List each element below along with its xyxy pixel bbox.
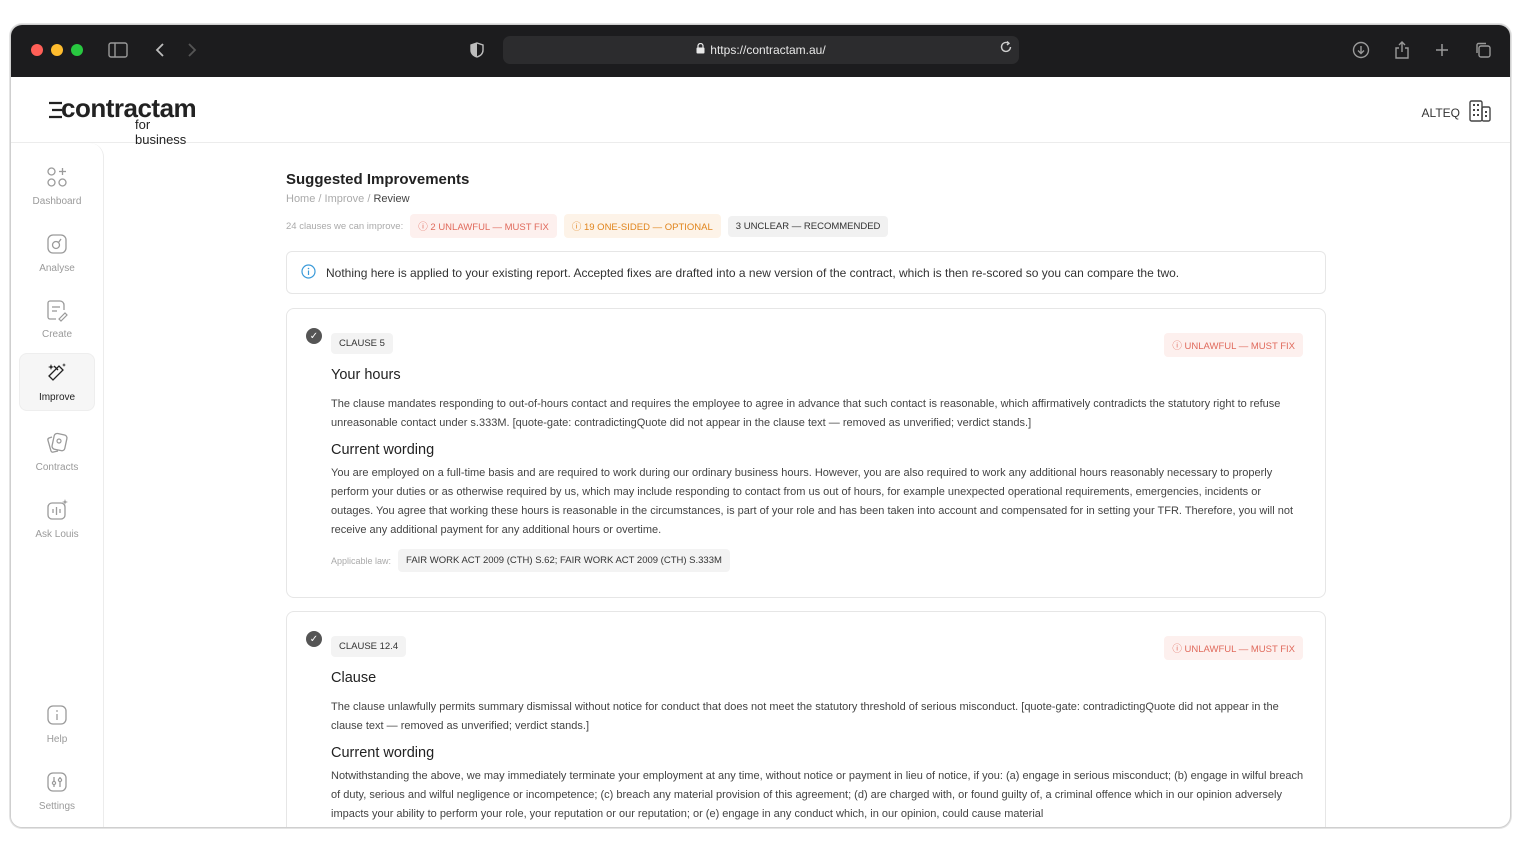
sidebar-item-create[interactable]: Create	[19, 290, 95, 348]
sidebar-item-analyse[interactable]: Analyse	[19, 224, 95, 282]
minimize-window-button[interactable]	[51, 44, 63, 56]
zoom-window-button[interactable]	[71, 44, 83, 56]
help-icon	[47, 705, 67, 725]
summary-bar: 24 clauses we can improve: ⓘ 2 UNLAWFUL …	[286, 214, 889, 238]
filter-unclear-chip[interactable]: 3 UNCLEAR — RECOMMENDED	[727, 215, 889, 237]
contracts-icon	[47, 432, 68, 453]
sidebar-item-label: Analyse	[39, 263, 75, 274]
reload-icon[interactable]	[999, 40, 1013, 57]
breadcrumb: Home / Improve / Review	[286, 193, 410, 205]
accept-checkbox[interactable]: ✓	[306, 328, 322, 344]
info-text: Nothing here is applied to your existing…	[326, 265, 1180, 280]
logo-lines-icon	[49, 101, 62, 119]
app-header: contractam for business ALTEQ	[11, 77, 1510, 147]
alert-icon: ⓘ	[418, 222, 428, 233]
organisation-switcher[interactable]: ALTEQ	[1422, 99, 1492, 126]
analyse-icon	[47, 234, 67, 254]
breadcrumb-home[interactable]: Home	[286, 193, 315, 205]
summary-label: 24 clauses we can improve:	[286, 220, 404, 232]
url-text: https://contractam.au/	[710, 43, 826, 57]
clause-description: The clause unlawfully permits summary di…	[331, 701, 1279, 732]
sidebar-item-label: Contracts	[35, 462, 79, 473]
sidebar-item-settings[interactable]: Settings	[19, 762, 95, 820]
new-tab-icon[interactable]	[1431, 39, 1453, 61]
contractam-logo[interactable]: contractam for business	[49, 95, 197, 147]
sidebar-toggle-icon[interactable]	[107, 39, 129, 61]
ask-louis-icon	[47, 499, 68, 520]
alert-icon: ⓘ	[1172, 644, 1182, 655]
clause-title: Your hours	[331, 367, 401, 383]
alert-icon: ⓘ	[1172, 341, 1182, 352]
sidebar: Dashboard Analyse Create Improve Contrac…	[11, 143, 104, 827]
logo-tagline: for business	[135, 117, 187, 147]
sidebar-item-label: Help	[46, 734, 68, 745]
sidebar-item-label: Improve	[38, 392, 76, 403]
applicable-law: Applicable law: FAIR WORK ACT 2009 (CTH)…	[331, 549, 730, 572]
improvement-card: ✓ CLAUSE 12.4 ⓘ UNLAWFUL — MUST FIX Clau…	[286, 611, 1326, 827]
filter-onesided-chip[interactable]: ⓘ 19 ONE-SIDED — OPTIONAL	[563, 214, 721, 238]
sidebar-item-contracts[interactable]: Contracts	[19, 423, 95, 481]
create-icon	[47, 300, 68, 322]
breadcrumb-improve[interactable]: Improve	[325, 193, 365, 205]
close-window-button[interactable]	[31, 44, 43, 56]
back-icon[interactable]	[149, 39, 171, 61]
accept-checkbox[interactable]: ✓	[306, 631, 322, 647]
downloads-icon[interactable]	[1350, 39, 1372, 61]
sidebar-item-improve[interactable]: Improve	[19, 353, 95, 411]
sidebar-item-help[interactable]: Help	[19, 695, 95, 753]
current-wording-heading: Current wording	[331, 745, 435, 761]
sidebar-item-label: Settings	[38, 801, 76, 812]
share-icon[interactable]	[1391, 39, 1413, 61]
sidebar-item-ask-louis[interactable]: Ask Louis	[19, 490, 95, 548]
settings-icon	[47, 772, 67, 792]
page-title: Suggested Improvements	[286, 171, 470, 188]
current-wording-heading: Current wording	[331, 442, 435, 458]
forward-icon[interactable]	[181, 39, 203, 61]
sidebar-item-label: Dashboard	[32, 196, 82, 207]
law-reference-badge: FAIR WORK ACT 2009 (CTH) S.62; FAIR WORK…	[398, 549, 730, 572]
applicable-law-label: Applicable law:	[331, 555, 392, 566]
current-wording-text: Notwithstanding the above, we may immedi…	[331, 770, 1304, 820]
alert-icon: ⓘ	[571, 222, 582, 233]
clause-description: The clause mandates responding to out-of…	[331, 398, 1281, 429]
status-badge: ⓘ UNLAWFUL — MUST FIX	[1164, 333, 1303, 357]
address-bar[interactable]: https://contractam.au/	[503, 36, 1019, 64]
improvement-card: ✓ CLAUSE 5 ⓘ UNLAWFUL — MUST FIX Your ho…	[286, 308, 1326, 598]
clause-title: Clause	[331, 670, 377, 686]
improve-icon	[48, 363, 66, 381]
breadcrumb-review: Review	[373, 193, 410, 205]
filter-unlawful-chip[interactable]: ⓘ 2 UNLAWFUL — MUST FIX	[410, 214, 557, 238]
clause-number-badge: CLAUSE 5	[331, 333, 393, 354]
sidebar-item-label: Ask Louis	[35, 529, 79, 540]
info-banner: Nothing here is applied to your existing…	[286, 251, 1326, 294]
organisation-name: ALTEQ	[1421, 105, 1460, 120]
sidebar-item-label: Create	[41, 329, 72, 340]
status-badge: ⓘ UNLAWFUL — MUST FIX	[1164, 636, 1303, 660]
browser-toolbar: https://contractam.au/	[11, 25, 1510, 77]
tab-overview-icon[interactable]	[1472, 39, 1494, 61]
info-icon	[301, 263, 316, 282]
building-icon	[1468, 99, 1492, 126]
main-content: Suggested Improvements Home / Improve / …	[286, 143, 1326, 827]
clause-number-badge: CLAUSE 12.4	[331, 636, 407, 657]
privacy-shield-icon[interactable]	[466, 39, 488, 61]
current-wording-text: You are employed on a full-time basis an…	[331, 467, 1294, 536]
sidebar-item-dashboard[interactable]: Dashboard	[19, 157, 95, 215]
dashboard-icon	[47, 167, 67, 187]
browser-window: https://contractam.au/ contractam for bu…	[10, 24, 1511, 828]
lock-icon	[696, 42, 705, 57]
